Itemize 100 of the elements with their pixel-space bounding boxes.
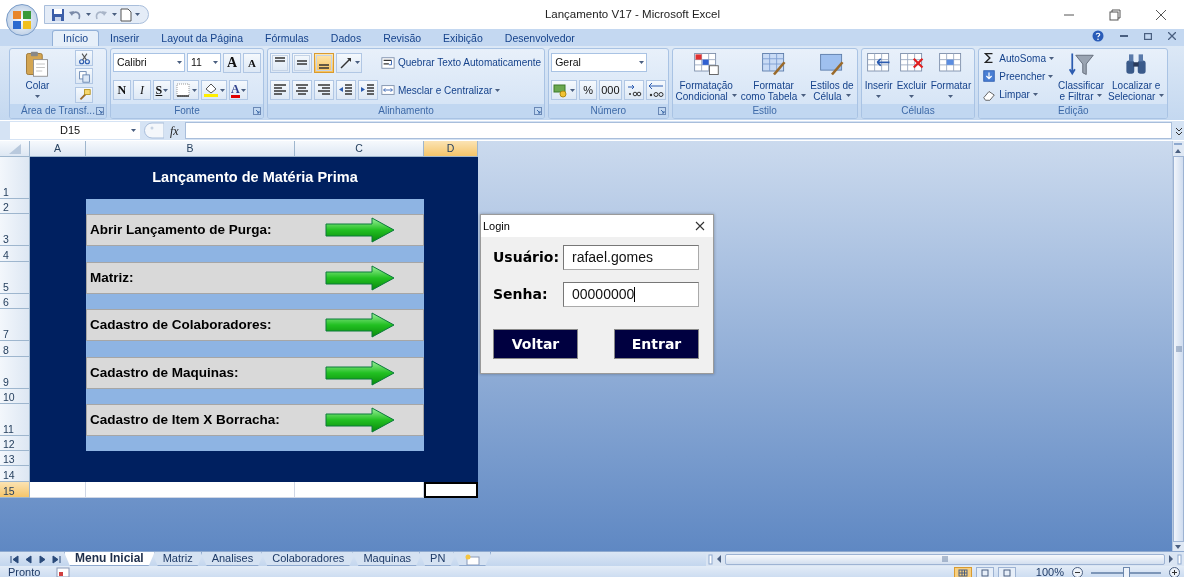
- cut-button[interactable]: [75, 50, 94, 67]
- conditional-format-button[interactable]: Formatação Condicional: [674, 50, 738, 103]
- column-header[interactable]: D: [424, 141, 478, 157]
- workbook-restore-button[interactable]: [1144, 32, 1152, 40]
- new-sheet-button[interactable]: [453, 552, 492, 566]
- align-middle-button[interactable]: [291, 52, 312, 73]
- format-painter-button[interactable]: [75, 86, 94, 103]
- ribbon-tab[interactable]: Desenvolvedor: [493, 30, 586, 46]
- dialog-button[interactable]: Voltar: [493, 329, 578, 359]
- row-header[interactable]: 12: [0, 436, 30, 451]
- dialog-button[interactable]: Entrar: [614, 329, 699, 359]
- row-header[interactable]: 4: [0, 246, 30, 262]
- ribbon-tab[interactable]: Fórmulas: [254, 30, 320, 46]
- menu-item[interactable]: Matriz:: [86, 262, 424, 294]
- accounting-format-button[interactable]: [551, 80, 578, 100]
- next-sheet-button[interactable]: [38, 554, 47, 564]
- ribbon-tab[interactable]: Exibição: [432, 30, 494, 46]
- orientation-button[interactable]: [335, 52, 362, 73]
- ribbon-tab[interactable]: Início: [52, 30, 100, 46]
- row-header[interactable]: 13: [0, 451, 30, 466]
- sort-filter-button[interactable]: Classificar e Filtrar: [1056, 50, 1106, 103]
- row-header[interactable]: 6: [0, 294, 30, 309]
- save-button[interactable]: [51, 7, 65, 22]
- help-button[interactable]: [1092, 30, 1104, 42]
- font-size-field[interactable]: 11: [186, 53, 221, 73]
- column-header[interactable]: A: [30, 141, 86, 157]
- row-header[interactable]: 7: [0, 309, 30, 341]
- sheet-tab[interactable]: Colaboradores: [261, 552, 356, 566]
- menu-item[interactable]: Cadastro de Maquinas:: [86, 357, 424, 389]
- merge-center-button[interactable]: Mesclar e Centralizar: [379, 82, 502, 99]
- row-header[interactable]: 3: [0, 214, 30, 246]
- row-header[interactable]: 14: [0, 466, 30, 482]
- align-left-button[interactable]: [269, 80, 290, 101]
- row-header[interactable]: 15: [0, 482, 30, 498]
- row-header[interactable]: 8: [0, 341, 30, 357]
- input-field[interactable]: rafael.gomes: [563, 245, 699, 270]
- zoom-level-button[interactable]: 100%: [1035, 564, 1064, 577]
- menu-item[interactable]: Abrir Lançamento de Purga:: [86, 214, 424, 246]
- dialog-launcher-button[interactable]: [657, 107, 666, 115]
- column-header[interactable]: B: [86, 141, 295, 157]
- dialog-launcher-button[interactable]: [534, 107, 543, 115]
- row-header[interactable]: 9: [0, 357, 30, 389]
- first-sheet-button[interactable]: [10, 554, 19, 564]
- name-box[interactable]: D15: [10, 122, 140, 139]
- zoom-out-button[interactable]: [1072, 567, 1083, 577]
- find-select-button[interactable]: Localizar e Selecionar: [1107, 50, 1166, 103]
- sheet-tab[interactable]: Menu Inicial: [64, 552, 155, 566]
- workbook-close-button[interactable]: [1168, 32, 1176, 40]
- underline-button[interactable]: S: [152, 80, 171, 101]
- shrink-font-button[interactable]: A: [242, 52, 261, 73]
- clear-button[interactable]: Limpar: [981, 86, 1039, 103]
- row-header[interactable]: 2: [0, 199, 30, 214]
- horizontal-scrollbar[interactable]: [706, 552, 1184, 566]
- worksheet-cell[interactable]: [295, 482, 424, 498]
- slider-thumb[interactable]: [1123, 566, 1130, 577]
- previous-sheet-button[interactable]: [24, 554, 33, 564]
- ribbon-tab[interactable]: Inserir: [99, 30, 151, 46]
- row-header[interactable]: 5: [0, 262, 30, 294]
- dialog-launcher-button[interactable]: [95, 107, 104, 115]
- wrap-text-button[interactable]: Quebrar Texto Automaticamente: [379, 54, 543, 71]
- fill-color-button[interactable]: [200, 80, 227, 101]
- grow-font-button[interactable]: A: [222, 52, 241, 73]
- row-header[interactable]: 11: [0, 404, 30, 436]
- align-right-button[interactable]: [313, 80, 334, 101]
- normal-view-button[interactable]: [953, 566, 972, 577]
- menu-item[interactable]: Cadastro de Item X Borracha:: [86, 404, 424, 436]
- paste-button[interactable]: Colar: [22, 50, 53, 103]
- borders-button[interactable]: [172, 80, 199, 101]
- selected-cell[interactable]: [424, 482, 478, 498]
- new-document-button[interactable]: [120, 7, 132, 22]
- italic-button[interactable]: I: [132, 80, 151, 101]
- ribbon-tab[interactable]: Layout da Página: [150, 30, 255, 46]
- cell-styles-button[interactable]: Estilos de Célula: [809, 50, 855, 103]
- format-table-button[interactable]: Formatar como Tabela: [739, 50, 808, 103]
- increase-indent-button[interactable]: [357, 80, 378, 101]
- delete-button[interactable]: Excluir: [895, 50, 928, 103]
- zoom-in-button[interactable]: [1169, 567, 1180, 577]
- insert-function-button[interactable]: fx: [164, 121, 185, 140]
- last-sheet-button[interactable]: [52, 554, 61, 564]
- column-header[interactable]: C: [295, 141, 424, 157]
- increase-decimal-button[interactable]: [623, 80, 644, 100]
- formula-field[interactable]: [184, 122, 1172, 139]
- font-color-button[interactable]: A: [228, 80, 248, 101]
- ribbon-tab[interactable]: Dados: [319, 30, 373, 46]
- number-format-button[interactable]: 000: [599, 80, 622, 100]
- number-format-field[interactable]: Geral: [551, 53, 648, 72]
- bold-button[interactable]: N: [112, 80, 131, 101]
- worksheet-cell[interactable]: [86, 482, 295, 498]
- align-center-button[interactable]: [291, 80, 312, 101]
- close-button[interactable]: [695, 221, 705, 231]
- align-bottom-button[interactable]: [313, 52, 334, 73]
- autosum-button[interactable]: AutoSoma: [981, 50, 1055, 67]
- menu-item[interactable]: Cadastro de Colaboradores:: [86, 309, 424, 341]
- decrease-decimal-button[interactable]: [645, 80, 666, 100]
- worksheet-cell[interactable]: [30, 482, 86, 498]
- row-header[interactable]: 10: [0, 389, 30, 404]
- number-format-button[interactable]: %: [579, 80, 598, 100]
- scrollbar-thumb[interactable]: [725, 553, 1165, 565]
- font-field[interactable]: Calibri: [112, 53, 185, 73]
- align-top-button[interactable]: [269, 52, 290, 73]
